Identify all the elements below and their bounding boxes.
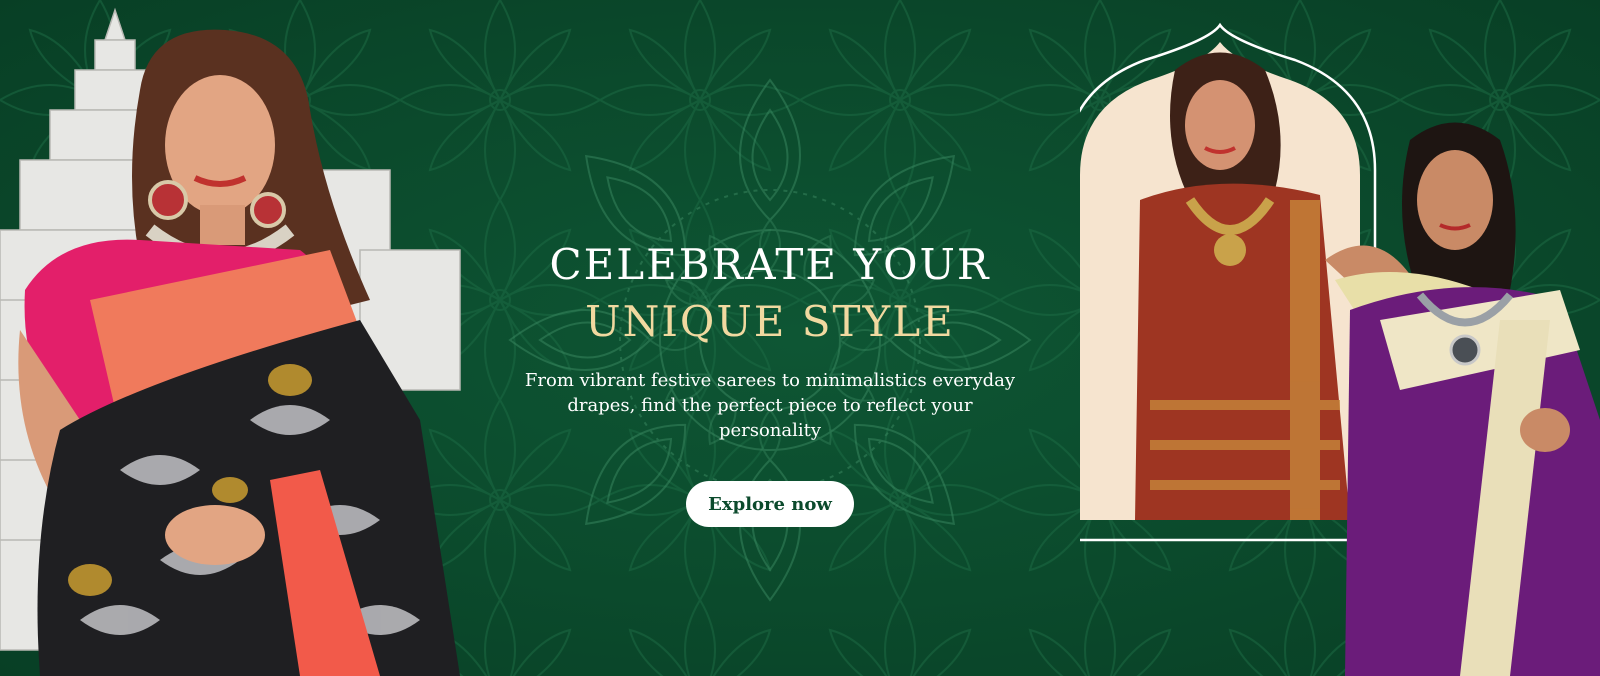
right-models-arch-image (1080, 22, 1600, 676)
left-model-with-temple-image (0, 7, 461, 676)
headline-line-2: UNIQUE STYLE (585, 297, 955, 346)
hero-subtext: From vibrant festive sarees to minimalis… (524, 370, 1016, 441)
hero-banner: CELEBRATE YOUR UNIQUE STYLE From vibrant… (0, 0, 1600, 676)
explore-now-button[interactable]: Explore now (686, 481, 854, 527)
hero-copy: CELEBRATE YOUR UNIQUE STYLE From vibrant… (500, 240, 1040, 527)
headline-line-1: CELEBRATE YOUR (549, 240, 991, 289)
